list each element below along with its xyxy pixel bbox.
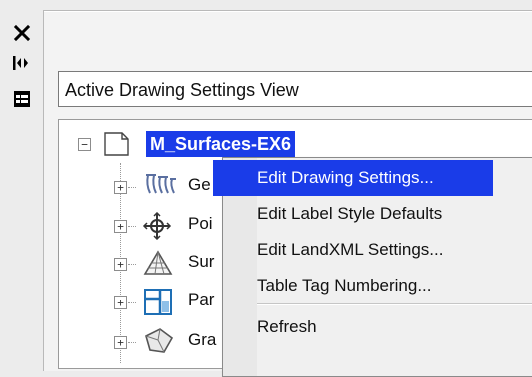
tree-item-parcel[interactable]: Par [188, 290, 214, 310]
properties-icon [14, 91, 30, 107]
menu-item-refresh[interactable]: Refresh [213, 309, 493, 345]
tree-expander[interactable]: + [114, 181, 127, 194]
context-menu: Edit Drawing Settings... Edit Label Styl… [213, 157, 532, 377]
general-icon [146, 174, 176, 194]
menu-item-table-tag-numbering[interactable]: Table Tag Numbering... [213, 268, 493, 304]
tree-expander[interactable]: + [114, 336, 127, 349]
close-icon [13, 24, 31, 42]
tree-item-general[interactable]: Ge [188, 175, 211, 195]
tree-expander[interactable]: + [114, 258, 127, 271]
tree-connector [128, 226, 136, 227]
tree-connector [128, 187, 136, 188]
tree-expander[interactable]: + [114, 220, 127, 233]
grading-icon [145, 328, 174, 353]
tree-item-surface[interactable]: Sur [188, 252, 214, 272]
close-button[interactable] [9, 20, 35, 46]
menu-item-edit-label-style-defaults[interactable]: Edit Label Style Defaults [213, 196, 493, 232]
surface-icon [143, 250, 173, 275]
tree-root-drawing[interactable]: M_Surfaces-EX6 [146, 131, 296, 157]
tree-connector [128, 264, 136, 265]
menu-item-edit-drawing-settings[interactable]: Edit Drawing Settings... [213, 160, 493, 196]
properties-button[interactable] [9, 86, 35, 112]
menu-item-edit-landxml-settings[interactable]: Edit LandXML Settings... [213, 232, 493, 268]
auto-hide-icon [13, 56, 28, 70]
tree-connector [128, 302, 136, 303]
tree-item-point[interactable]: Poi [188, 214, 213, 234]
view-selector-value: Active Drawing Settings View [65, 80, 299, 100]
drawing-document-icon [104, 132, 129, 156]
palette-side-strip [0, 0, 43, 364]
tree-expander[interactable]: + [114, 296, 127, 309]
point-icon [142, 212, 172, 240]
view-selector-dropdown[interactable]: Active Drawing Settings View [58, 71, 532, 107]
menu-separator [257, 303, 532, 305]
auto-hide-button[interactable] [9, 50, 35, 76]
tree-connector [128, 342, 136, 343]
parcel-icon [144, 289, 172, 315]
root-collapse-toggle[interactable]: − [78, 138, 91, 151]
